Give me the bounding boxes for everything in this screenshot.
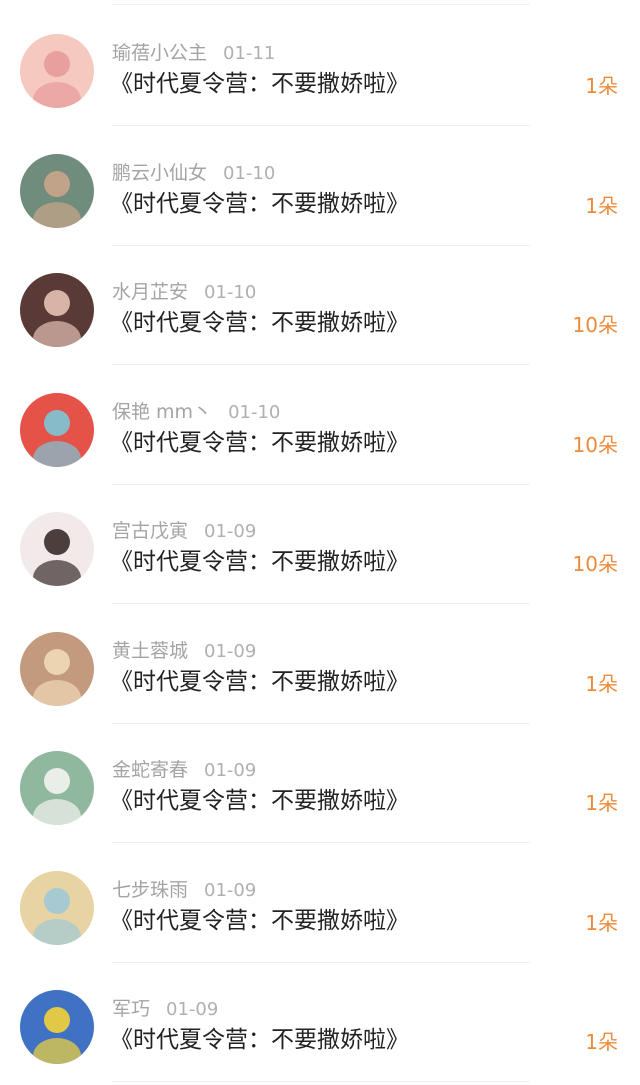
gift-record-row[interactable]: 七步珠雨 01-09 《时代夏令营：不要撒娇啦》 1朵: [0, 843, 640, 963]
book-title[interactable]: 《时代夏令营：不要撒娇啦》: [110, 544, 409, 580]
record-meta: 鹏云小仙女 01-10: [112, 158, 275, 188]
record-date: 01-09: [204, 760, 257, 781]
username[interactable]: 水月芷安: [112, 281, 188, 303]
gift-amount: 1朵: [585, 74, 618, 98]
record-date: 01-10: [228, 401, 281, 423]
gift-record-row[interactable]: 宫古戊寅 01-09 《时代夏令营：不要撒娇啦》 10朵: [0, 484, 640, 604]
record-meta: 黄土蓉城 01-09: [112, 636, 256, 666]
record-meta: 宫古戊寅 01-09: [112, 516, 256, 546]
gift-amount: 1朵: [585, 1030, 618, 1054]
gift-amount: 1朵: [585, 791, 618, 815]
book-title[interactable]: 《时代夏令营：不要撒娇啦》: [110, 783, 409, 819]
gift-amount: 1朵: [585, 910, 618, 935]
username[interactable]: 瑜蓓小公主: [112, 42, 207, 64]
user-avatar[interactable]: [20, 153, 94, 228]
book-title[interactable]: 《时代夏令营：不要撒娇啦》: [110, 66, 409, 102]
gift-record-row[interactable]: 鹏云小仙女 01-10 《时代夏令营：不要撒娇啦》 1朵: [0, 126, 640, 246]
user-avatar[interactable]: [20, 990, 94, 1064]
username[interactable]: 黄土蓉城: [112, 640, 188, 662]
user-avatar[interactable]: [20, 273, 94, 347]
record-meta: 七步珠雨 01-09: [112, 875, 256, 905]
record-meta: 金蛇寄春 01-09: [112, 755, 256, 785]
record-date: 01-09: [204, 521, 257, 542]
username[interactable]: 军巧: [112, 998, 150, 1020]
gift-amount: 10朵: [572, 552, 618, 576]
record-date: 01-09: [166, 999, 219, 1020]
gift-record-row[interactable]: 金蛇寄春 01-09 《时代夏令营：不要撒娇啦》 1朵: [0, 723, 640, 843]
username[interactable]: 七步珠雨: [112, 879, 188, 901]
record-date: 01-09: [204, 879, 257, 901]
username[interactable]: 金蛇寄春: [112, 759, 188, 781]
gift-record-row[interactable]: 水月芷安 01-10 《时代夏令营：不要撒娇啦》 10朵: [0, 245, 640, 365]
record-meta: 瑜蓓小公主 01-11: [112, 38, 275, 68]
user-avatar[interactable]: [20, 512, 94, 586]
book-title[interactable]: 《时代夏令营：不要撒娇啦》: [110, 425, 409, 461]
user-avatar[interactable]: [20, 751, 94, 825]
username[interactable]: 宫古戊寅: [112, 520, 188, 542]
row-divider: [112, 1081, 530, 1082]
username[interactable]: 鹏云小仙女: [112, 162, 207, 184]
gift-amount: 10朵: [572, 432, 618, 457]
username[interactable]: 保艳 mm丶: [112, 401, 212, 423]
record-date: 01-10: [223, 162, 276, 184]
gift-amount: 10朵: [572, 313, 618, 337]
record-date: 01-10: [204, 282, 257, 303]
record-date: 01-09: [204, 640, 257, 662]
record-meta: 军巧 01-09: [112, 994, 218, 1024]
book-title[interactable]: 《时代夏令营：不要撒娇啦》: [110, 186, 409, 222]
record-date: 01-11: [223, 43, 276, 64]
gift-amount: 1朵: [585, 193, 618, 218]
gift-record-row[interactable]: 瑜蓓小公主 01-11 《时代夏令营：不要撒娇啦》 1朵: [0, 6, 640, 126]
gift-record-row[interactable]: 军巧 01-09 《时代夏令营：不要撒娇啦》 1朵: [0, 962, 640, 1082]
gift-record-row[interactable]: 黄土蓉城 01-09 《时代夏令营：不要撒娇啦》 1朵: [0, 604, 640, 724]
top-divider: [112, 4, 530, 5]
book-title[interactable]: 《时代夏令营：不要撒娇啦》: [110, 664, 409, 700]
gift-record-list: 瑜蓓小公主 01-11 《时代夏令营：不要撒娇啦》 1朵 鹏云小仙女 01-10 《时代夏令…: [0, 0, 640, 1085]
gift-record-row[interactable]: 保艳 mm丶 01-10 《时代夏令营：不要撒娇啦》 10朵: [0, 365, 640, 485]
book-title[interactable]: 《时代夏令营：不要撒娇啦》: [110, 1022, 409, 1058]
book-title[interactable]: 《时代夏令营：不要撒娇啦》: [110, 903, 409, 939]
record-meta: 水月芷安 01-10: [112, 277, 256, 307]
record-meta: 保艳 mm丶 01-10: [112, 397, 280, 427]
gift-amount: 1朵: [585, 671, 618, 696]
user-avatar[interactable]: [20, 34, 94, 108]
book-title[interactable]: 《时代夏令营：不要撒娇啦》: [110, 305, 409, 341]
user-avatar[interactable]: [20, 631, 94, 706]
user-avatar[interactable]: [20, 392, 94, 467]
user-avatar[interactable]: [20, 870, 94, 945]
